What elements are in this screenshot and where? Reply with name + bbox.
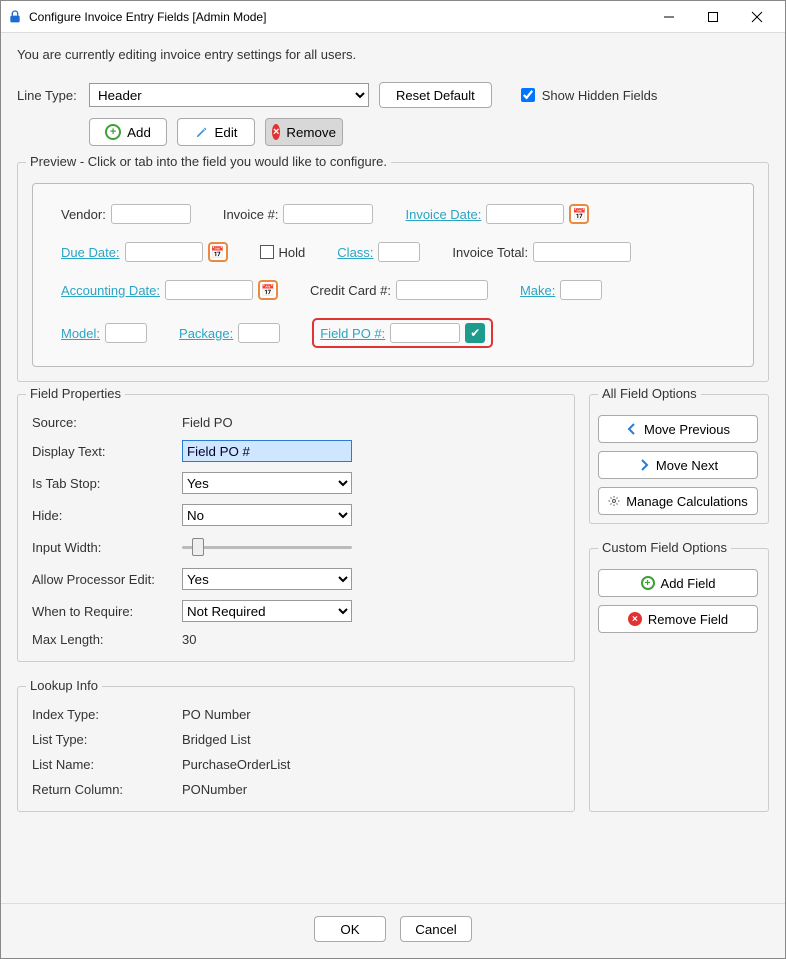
source-value: Field PO (182, 415, 560, 430)
custom-field-options-legend: Custom Field Options (598, 540, 731, 555)
toolbar: + Add Edit × Remove (89, 118, 769, 146)
preview-field-invoice-date[interactable]: Invoice Date: 📅 (405, 204, 589, 224)
show-hidden-checkbox[interactable] (521, 88, 535, 102)
preview-row: Model: Package: Field PO #: ✔ (61, 318, 725, 348)
calendar-icon[interactable]: 📅 (258, 280, 278, 300)
invoice-date-input[interactable] (486, 204, 564, 224)
maximize-button[interactable] (691, 2, 735, 32)
field-properties-fieldset: Field Properties Source:Field PO Display… (17, 394, 575, 662)
reset-default-button[interactable]: Reset Default (379, 82, 492, 108)
ok-button[interactable]: OK (314, 916, 386, 942)
class-input[interactable] (378, 242, 420, 262)
show-hidden-wrap: Show Hidden Fields (517, 85, 658, 105)
minimize-button[interactable] (647, 2, 691, 32)
invoice-total-input[interactable] (533, 242, 631, 262)
calendar-icon[interactable]: 📅 (208, 242, 228, 262)
preview-row: Accounting Date: 📅 Credit Card #: Make: (61, 280, 725, 300)
preview-field-package[interactable]: Package: (179, 323, 280, 343)
linetype-row: Line Type: Header Reset Default Show Hid… (17, 82, 769, 108)
lookup-legend: Lookup Info (26, 678, 102, 693)
hide-select[interactable]: No (182, 504, 352, 526)
model-input[interactable] (105, 323, 147, 343)
cancel-button[interactable]: Cancel (400, 916, 472, 942)
preview-field-due-date[interactable]: Due Date: 📅 (61, 242, 228, 262)
input-width-slider[interactable] (182, 536, 352, 558)
list-name-value: PurchaseOrderList (182, 757, 560, 772)
invoice-num-input[interactable] (283, 204, 373, 224)
preview-field-model[interactable]: Model: (61, 323, 147, 343)
move-next-button[interactable]: Move Next (598, 451, 758, 479)
when-require-select[interactable]: Not Required (182, 600, 352, 622)
preview-legend: Preview - Click or tab into the field yo… (26, 154, 391, 169)
preview-field-class[interactable]: Class: (337, 242, 420, 262)
preview-field-vendor[interactable]: Vendor: (61, 204, 191, 224)
custom-field-options-fieldset: Custom Field Options + Add Field × Remov… (589, 548, 769, 812)
all-field-options-fieldset: All Field Options Move Previous Move Nex… (589, 394, 769, 524)
footer: OK Cancel (1, 903, 785, 958)
edit-button[interactable]: Edit (177, 118, 255, 146)
is-tab-stop-select[interactable]: Yes (182, 472, 352, 494)
chevron-right-icon (638, 459, 650, 471)
allow-edit-select[interactable]: Yes (182, 568, 352, 590)
preview-fieldset: Preview - Click or tab into the field yo… (17, 162, 769, 382)
field-properties-legend: Field Properties (26, 386, 125, 401)
preview-field-make[interactable]: Make: (520, 280, 602, 300)
due-date-input[interactable] (125, 242, 203, 262)
index-type-value: PO Number (182, 707, 560, 722)
credit-card-input[interactable] (396, 280, 488, 300)
preview-field-invoice-total[interactable]: Invoice Total: (452, 242, 631, 262)
content: You are currently editing invoice entry … (1, 33, 785, 903)
preview-field-invoice-num[interactable]: Invoice #: (223, 204, 374, 224)
intro-text: You are currently editing invoice entry … (17, 47, 769, 62)
linetype-label: Line Type: (17, 88, 79, 103)
hold-checkbox[interactable] (260, 245, 274, 259)
field-po-input[interactable] (390, 323, 460, 343)
lock-icon (7, 9, 23, 25)
vendor-input[interactable] (111, 204, 191, 224)
return-col-value: PONumber (182, 782, 560, 797)
chevron-left-icon (626, 423, 638, 435)
preview-row: Due Date: 📅 Hold Class: Invoice Total: (61, 242, 725, 262)
preview-row: Vendor: Invoice #: Invoice Date: 📅 (61, 204, 725, 224)
gear-icon (608, 495, 620, 507)
remove-button[interactable]: × Remove (265, 118, 343, 146)
accounting-date-input[interactable] (165, 280, 253, 300)
plus-icon: + (105, 124, 121, 140)
preview-field-accounting-date[interactable]: Accounting Date: 📅 (61, 280, 278, 300)
calendar-icon[interactable]: 📅 (569, 204, 589, 224)
add-field-button[interactable]: + Add Field (598, 569, 758, 597)
lookup-info-fieldset: Lookup Info Index Type:PO Number List Ty… (17, 686, 575, 812)
x-icon: × (628, 612, 642, 626)
check-icon[interactable]: ✔ (465, 323, 485, 343)
add-button[interactable]: + Add (89, 118, 167, 146)
preview-field-hold[interactable]: Hold (260, 245, 306, 260)
remove-field-button[interactable]: × Remove Field (598, 605, 758, 633)
titlebar: Configure Invoice Entry Fields [Admin Mo… (1, 1, 785, 33)
columns: Field Properties Source:Field PO Display… (17, 394, 769, 824)
max-length-value: 30 (182, 632, 560, 647)
preview-field-field-po-selected[interactable]: Field PO #: ✔ (312, 318, 493, 348)
window-title: Configure Invoice Entry Fields [Admin Mo… (29, 10, 647, 24)
pencil-icon (195, 125, 209, 139)
package-input[interactable] (238, 323, 280, 343)
list-type-value: Bridged List (182, 732, 560, 747)
move-previous-button[interactable]: Move Previous (598, 415, 758, 443)
display-text-input[interactable] (182, 440, 352, 462)
left-column: Field Properties Source:Field PO Display… (17, 394, 575, 824)
linetype-select[interactable]: Header (89, 83, 369, 107)
right-column: All Field Options Move Previous Move Nex… (589, 394, 769, 824)
plus-icon: + (641, 576, 655, 590)
window: Configure Invoice Entry Fields [Admin Mo… (0, 0, 786, 959)
preview-field-credit-card[interactable]: Credit Card #: (310, 280, 488, 300)
preview-box: Vendor: Invoice #: Invoice Date: 📅 (32, 183, 754, 367)
manage-calculations-button[interactable]: Manage Calculations (598, 487, 758, 515)
make-input[interactable] (560, 280, 602, 300)
all-field-options-legend: All Field Options (598, 386, 701, 401)
close-button[interactable] (735, 2, 779, 32)
show-hidden-label: Show Hidden Fields (542, 88, 658, 103)
x-icon: × (272, 124, 280, 140)
